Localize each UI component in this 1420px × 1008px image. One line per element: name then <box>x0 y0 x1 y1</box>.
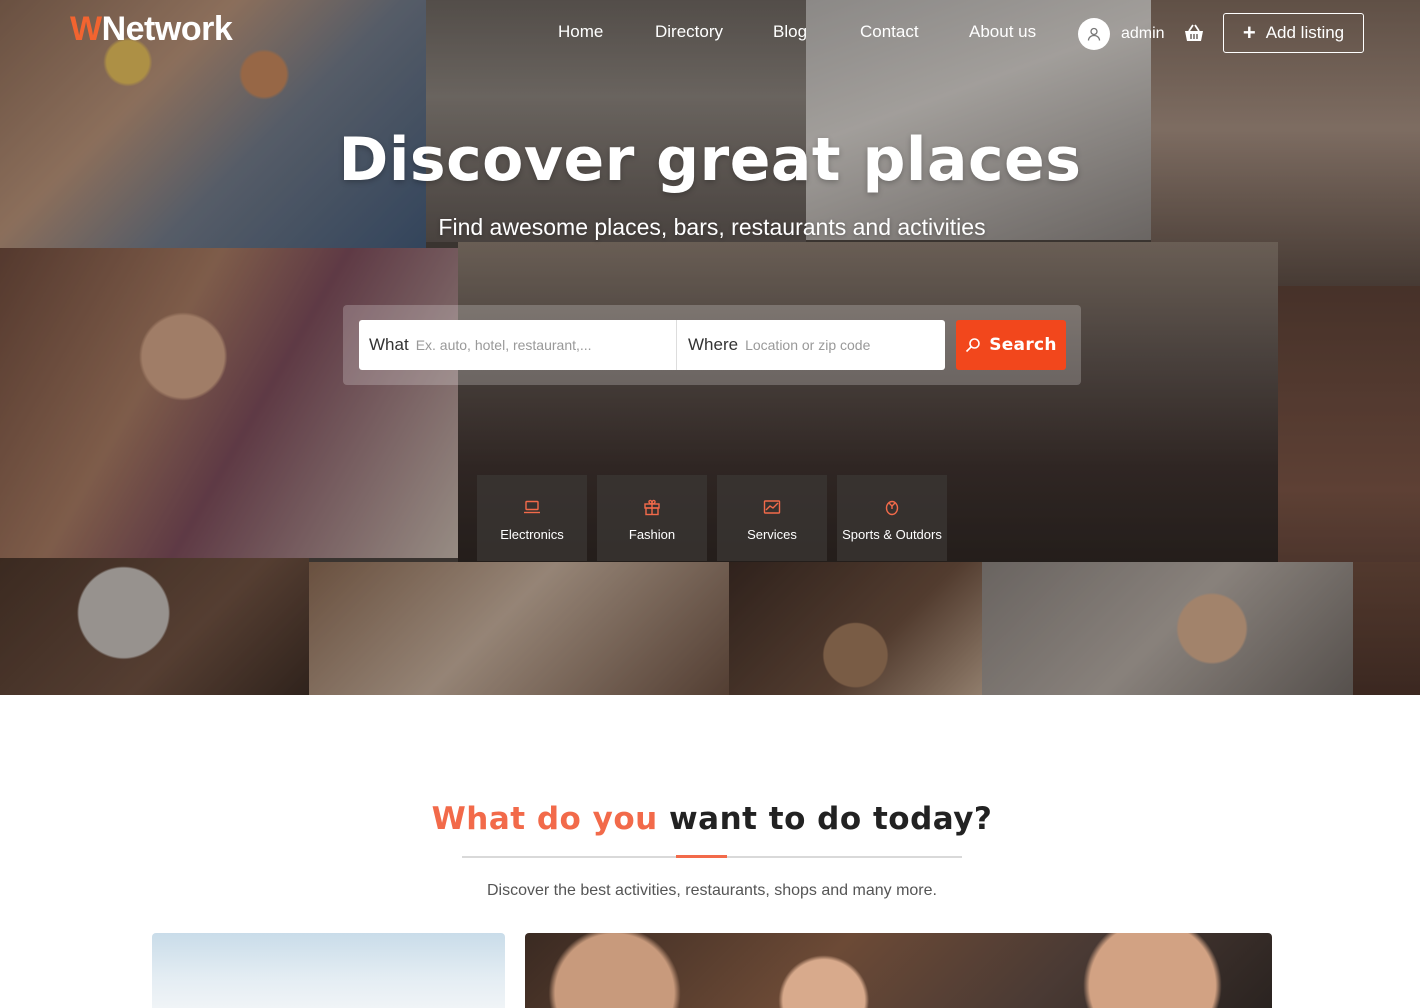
section-title-accent: What do you <box>431 801 658 837</box>
hero-subtitle: Find awesome places, bars, restaurants a… <box>438 214 986 240</box>
section-title: What do you want to do today? <box>0 801 1420 837</box>
add-listing-label: Add listing <box>1265 23 1345 42</box>
plus-icon: + <box>1242 20 1256 45</box>
search-button-label: Search <box>989 335 1057 355</box>
what-field: What <box>359 320 677 370</box>
basket-icon[interactable] <box>1183 23 1205 43</box>
category-electronics[interactable]: Electronics <box>477 475 587 561</box>
category-label: Electronics <box>500 527 564 542</box>
where-input[interactable] <box>745 337 926 353</box>
user-avatar-icon[interactable] <box>1078 18 1110 50</box>
activity-card-restaurant[interactable] <box>525 933 1272 1008</box>
nav-home[interactable]: Home <box>558 22 603 42</box>
hero-photo-cooking <box>309 562 729 695</box>
title-divider-accent <box>676 855 727 858</box>
hero-photo-coffee <box>0 558 309 695</box>
nav-blog[interactable]: Blog <box>773 22 807 42</box>
user-name[interactable]: admin <box>1121 25 1165 43</box>
nav-contact[interactable]: Contact <box>860 22 919 42</box>
gift-icon <box>644 499 660 516</box>
category-sports-outdoors[interactable]: Sports & Outdors <box>837 475 947 561</box>
search-icon <box>966 338 980 353</box>
nav-directory[interactable]: Directory <box>655 22 723 42</box>
hero-photo-edge <box>1353 562 1420 695</box>
where-label: Where <box>688 335 739 354</box>
site-logo[interactable]: WNetwork <box>70 10 233 49</box>
nav-about-us[interactable]: About us <box>969 22 1036 42</box>
logo-accent-letter: W <box>70 10 102 48</box>
search-button[interactable]: Search <box>956 320 1066 370</box>
logo-text: Network <box>101 10 233 48</box>
chart-icon <box>763 500 781 514</box>
section-subtitle: Discover the best activities, restaurant… <box>487 882 937 899</box>
search-form: What Where <box>359 320 945 370</box>
hero-title: Discover great places <box>338 125 1082 195</box>
what-input[interactable] <box>415 337 616 353</box>
hero-photo-chef-man <box>982 562 1353 695</box>
laptop-icon <box>524 500 540 514</box>
where-field: Where <box>677 320 945 370</box>
what-label: What <box>369 335 409 354</box>
add-listing-button[interactable]: + Add listing <box>1223 13 1364 53</box>
activity-card-sky[interactable] <box>152 933 505 1008</box>
section-title-rest: want to do today? <box>657 801 993 837</box>
hero-photo-reading-woman <box>0 248 458 558</box>
category-services[interactable]: Services <box>717 475 827 561</box>
category-fashion[interactable]: Fashion <box>597 475 707 561</box>
category-label: Fashion <box>628 527 676 542</box>
hero-photo-yoga <box>426 0 806 242</box>
ball-icon <box>885 500 899 516</box>
hero-photo-dessert <box>729 562 982 695</box>
category-label: Services <box>747 527 797 542</box>
category-label: Sports & Outdors <box>842 527 942 542</box>
